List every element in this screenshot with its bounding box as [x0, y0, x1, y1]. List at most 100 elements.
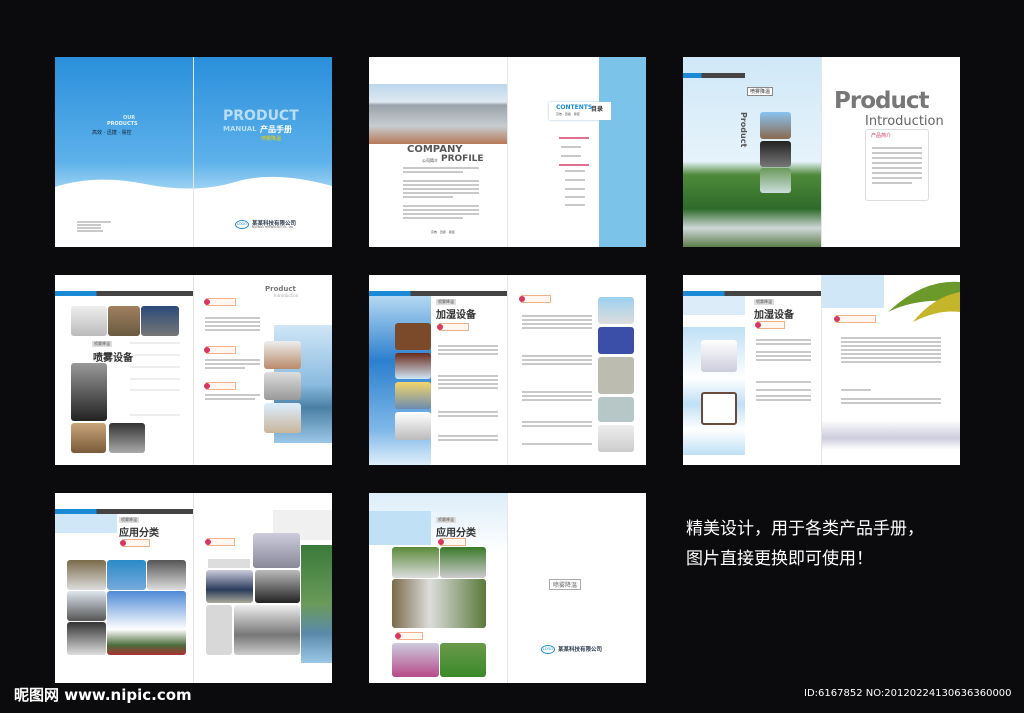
equipment-photo: [71, 306, 107, 336]
text-line: [77, 221, 111, 223]
park-photo: [683, 57, 821, 247]
equipment-photo: [108, 306, 140, 336]
header-bar: [55, 509, 193, 514]
text-line: [872, 162, 922, 164]
apps1-label: 喷雾降温: [119, 517, 139, 523]
intro-text-box: [865, 129, 929, 201]
text-line: [403, 167, 479, 169]
spray-title: 喷雾设备: [93, 353, 133, 364]
text-line: [403, 217, 463, 219]
products-text: PRODUCTS: [107, 121, 138, 127]
page-fold: [507, 493, 508, 683]
applications-spread-2: 喷雾降温 应用分类 喷雾降温 LOGO 某某科技有限公司: [369, 493, 646, 683]
application-photo: [253, 533, 300, 568]
text-line: [756, 389, 811, 391]
product-title: PRODUCT: [223, 108, 299, 124]
header-bar: [683, 73, 745, 78]
text-line: [872, 147, 922, 149]
section-tag: [834, 315, 876, 323]
photo-placeholder: [206, 605, 232, 655]
section-tag: [395, 632, 423, 640]
text-line: [756, 399, 811, 401]
text-line: [522, 359, 592, 361]
section-tag: [755, 321, 785, 329]
text-line: [403, 213, 479, 215]
contents-entry: [565, 170, 585, 172]
greenhouse-photo: [392, 643, 439, 677]
contents-entry: [561, 155, 581, 157]
text-line: [841, 337, 941, 339]
header-bar: [55, 291, 193, 296]
text-line: [522, 391, 592, 393]
application-photo: [206, 570, 253, 603]
text-line: [756, 359, 811, 361]
page-fold: [193, 493, 194, 683]
equipment-photo: [141, 306, 179, 336]
text-line: [841, 349, 941, 351]
list-line: [130, 354, 180, 356]
text-line: [756, 351, 811, 353]
text-line: [403, 196, 453, 198]
text-line: [438, 387, 498, 389]
intro-introduction-heading: Introduction: [865, 114, 944, 129]
text-line: [438, 375, 498, 377]
section-tag: [204, 382, 236, 390]
section-tag: [438, 538, 466, 546]
text-line: [438, 439, 498, 441]
logo: LOGO: [235, 220, 249, 229]
text-line: [205, 317, 260, 319]
factory-photo: [369, 84, 507, 144]
text-line: [756, 381, 811, 383]
intro-cn: 产品简介: [871, 133, 892, 139]
humidification-spread-2: 喷雾降温 加湿设备: [683, 275, 960, 465]
intro-product-heading: Product: [834, 88, 929, 114]
product-introduction-spread: 喷雾降温 Product Product Introduction 产品简介: [683, 57, 960, 247]
application-photo: [107, 560, 146, 590]
spray-equipment-spread: 喷雾降温 喷雾设备 Product Introduction: [55, 275, 332, 465]
profile-cn: 公司简介: [422, 158, 438, 163]
waterfall-photo: [760, 141, 791, 167]
company-profile-spread: COMPANY 公司简介 PROFILE 高效 · 迅捷 · 易控 CONTEN…: [369, 57, 646, 247]
equipment-photo: [109, 423, 145, 453]
list-line: [130, 342, 180, 344]
mist-decoration: [822, 420, 960, 450]
equipment-photo: [264, 372, 301, 400]
garden-mist-photo: [760, 168, 791, 193]
apps2-label: 喷雾降温: [436, 517, 456, 523]
text-line: [841, 357, 941, 359]
equipment-photo: [264, 341, 301, 369]
cover-slogan: 高效 · 迅捷 · 易控: [92, 130, 132, 136]
humidifier-photo: [598, 397, 634, 422]
page-fold: [821, 57, 822, 247]
text-line: [438, 415, 498, 417]
text-line: [438, 349, 498, 351]
panel-filter-photo: [701, 392, 737, 425]
text-line: [841, 389, 871, 391]
back-logo: LOGO: [541, 645, 555, 654]
application-photo: [147, 560, 186, 590]
contents-cn: 目录: [591, 106, 604, 113]
section-tag: [120, 539, 150, 547]
text-line: [403, 188, 479, 190]
humidifier-photo: [598, 425, 634, 452]
back-spray-label: 喷雾降温: [549, 579, 582, 590]
caption-line-2: 图片直接更换即可使用！: [686, 549, 873, 569]
spray-introduction: Introduction: [274, 293, 299, 298]
humidification-spread-1: 喷雾降温 加湿设备: [369, 275, 646, 465]
page-fold: [507, 275, 508, 465]
humidifier-photo: [395, 412, 431, 440]
humid2-title: 加湿设备: [754, 310, 794, 321]
text-line: [403, 205, 479, 207]
text-line: [438, 345, 498, 347]
application-photo: [255, 570, 300, 603]
mountain-lake-photo: [301, 545, 332, 663]
text-line: [756, 339, 811, 341]
contents-sub: 高效 · 迅捷 · 易控: [556, 112, 580, 116]
contents-entry: [559, 164, 589, 166]
text-line: [872, 182, 912, 184]
applications-spread-1: 喷雾降温 应用分类: [55, 493, 332, 683]
text-line: [872, 172, 922, 174]
header-tint: [369, 511, 431, 545]
text-line: [438, 411, 498, 413]
cover-subtitle: 喷雾降温: [261, 136, 282, 142]
